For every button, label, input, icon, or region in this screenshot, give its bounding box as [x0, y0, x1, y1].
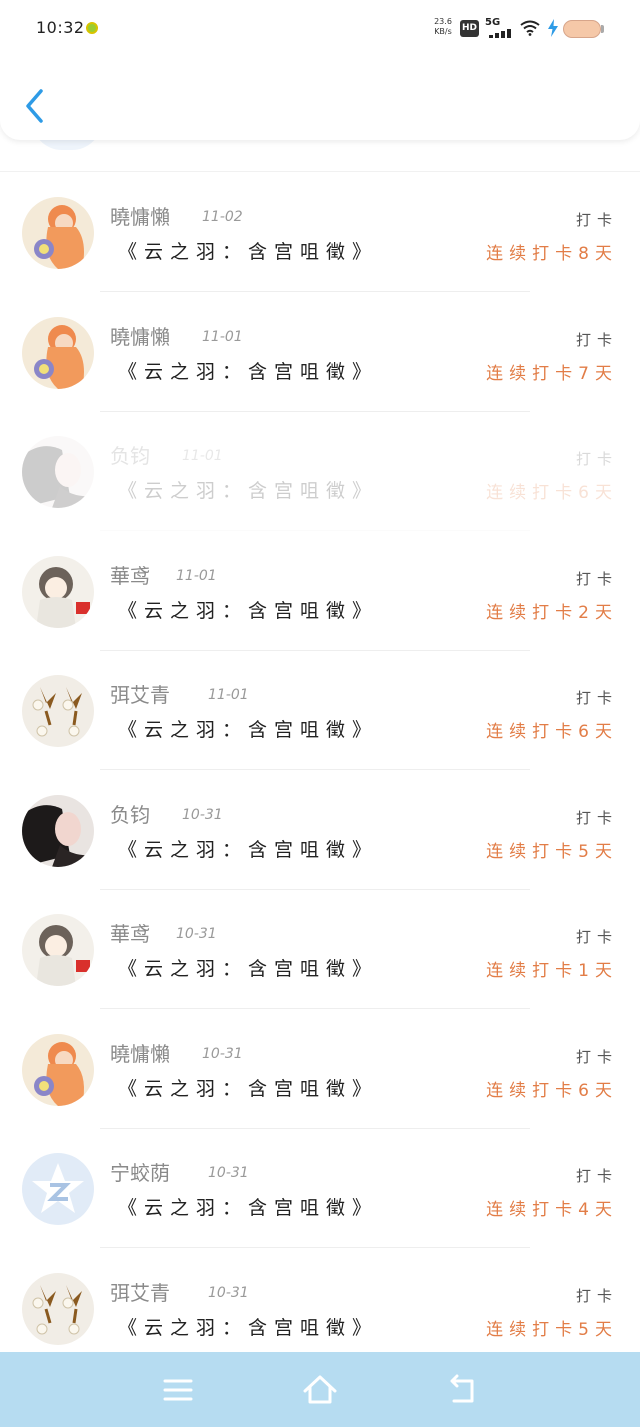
charging-icon [548, 19, 558, 37]
user-name: 曉慵懶 [110, 1041, 170, 1066]
checkin-label: 打卡 [575, 450, 618, 468]
checkin-list[interactable]: 曉慵懶 11-02 《云之羽：含宫咀徵》 打卡 连续打卡8天 曉慵懶 11-01 《云之羽：含… [0, 140, 640, 1352]
post-date: 11-01 [176, 567, 217, 584]
divider [0, 171, 640, 172]
user-name: 弭艾青 [110, 1280, 170, 1305]
user-name: 弭艾青 [110, 683, 170, 707]
list-item[interactable]: 華鸢 11-01 《云之羽：含宫咀徵》 打卡连续打卡2天 [0, 532, 640, 651]
post-date: 11-01 [208, 687, 249, 703]
avatar[interactable] [22, 794, 94, 867]
checkin-label: 打卡 [575, 330, 618, 349]
back-button[interactable] [20, 86, 50, 126]
user-name: 负钧 [110, 802, 150, 827]
menu-icon[interactable] [160, 1372, 196, 1408]
checkin-label: 打卡 [575, 1167, 618, 1185]
avatar[interactable] [22, 914, 94, 986]
user-name: 宁蛟荫 [110, 1161, 170, 1185]
streak-badge: 连续打卡6天 [486, 483, 618, 503]
post-date: 10-31 [202, 1045, 243, 1062]
signal-icon [489, 28, 513, 38]
wifi-icon [520, 20, 540, 36]
checkin-book-title: 《云之羽：含宫咀徵》 [118, 1197, 379, 1219]
streak-badge: 连续打卡5天 [486, 1319, 618, 1340]
list-item[interactable]: 曉慵懶 10-31 《云之羽：含宫咀徵》 打卡连续打卡6天 [0, 1010, 640, 1129]
checkin-book-title: 《云之羽：含宫咀徵》 [118, 241, 379, 263]
streak-badge: 连续打卡8天 [486, 244, 618, 264]
avatar[interactable] [22, 1033, 94, 1106]
avatar [32, 140, 102, 150]
hd-badge: HD [460, 20, 479, 37]
post-date: 11-02 [202, 209, 243, 225]
streak-badge: 连续打卡4天 [486, 1200, 618, 1220]
list-item[interactable]: 负钧 10-31 《云之羽：含宫咀徵》 打卡连续打卡5天 [0, 771, 640, 890]
checkin-label: 打卡 [575, 689, 618, 707]
battery-icon [563, 20, 601, 38]
avatar[interactable] [22, 675, 94, 747]
list-item[interactable]: 曉慵懶 11-02 《云之羽：含宫咀徵》 打卡连续打卡8天 [0, 173, 640, 292]
list-item[interactable]: 曉慵懶 11-01 《云之羽：含宫咀徵》 打卡连续打卡7天 [0, 293, 640, 412]
home-icon[interactable] [302, 1372, 338, 1408]
streak-badge: 连续打卡7天 [486, 363, 618, 384]
list-item[interactable]: 宁蛟荫 10-31 《云之羽：含宫咀徵》 打卡连续打卡4天 [0, 1129, 640, 1248]
checkin-book-title: 《云之羽：含宫咀徵》 [118, 1316, 379, 1339]
network-type: 5G [485, 17, 501, 28]
post-date: 11-01 [182, 448, 223, 464]
header-card: 10:32 23.6 KB/s HD 5G [0, 0, 640, 140]
network-speed: 23.6 KB/s [434, 17, 452, 36]
streak-badge: 连续打卡6天 [486, 1080, 618, 1101]
list-item[interactable]: 负钧 11-01 《云之羽：含宫咀徵》 打卡连续打卡6天 [0, 412, 640, 531]
avatar[interactable] [22, 1153, 94, 1225]
user-name: 華鸢 [110, 563, 150, 588]
post-date: 10-31 [208, 1165, 249, 1181]
battery-tip [601, 25, 604, 33]
user-name: 華鸢 [110, 922, 150, 946]
checkin-book-title: 《云之羽：含宫咀徵》 [118, 480, 379, 502]
streak-badge: 连续打卡6天 [486, 722, 618, 742]
post-date: 11-01 [202, 328, 243, 345]
checkin-book-title: 《云之羽：含宫咀徵》 [118, 719, 379, 741]
user-name: 曉慵懶 [110, 205, 170, 229]
checkin-label: 打卡 [575, 211, 618, 229]
checkin-book-title: 《云之羽：含宫咀徵》 [118, 1077, 379, 1100]
streak-badge: 连续打卡1天 [486, 961, 618, 981]
checkin-label: 打卡 [575, 569, 618, 588]
post-date: 10-31 [176, 926, 217, 942]
checkin-book-title: 《云之羽：含宫咀徵》 [118, 599, 379, 622]
checkin-book-title: 《云之羽：含宫咀徵》 [118, 958, 379, 980]
avatar[interactable] [22, 1272, 94, 1345]
status-bar: 10:32 23.6 KB/s HD 5G [0, 0, 640, 60]
status-time: 10:32 [36, 18, 85, 37]
checkin-label: 打卡 [575, 1047, 618, 1066]
avatar[interactable] [22, 555, 94, 628]
checkin-book-title: 《云之羽：含宫咀徵》 [118, 838, 379, 861]
avatar[interactable] [22, 197, 94, 269]
list-item[interactable]: 弭艾青 10-31 《云之羽：含宫咀徵》 打卡连续打卡5天 [0, 1249, 640, 1353]
list-item[interactable]: 華鸢 10-31 《云之羽：含宫咀徵》 打卡连续打卡1天 [0, 890, 640, 1009]
system-nav-bar [0, 1352, 640, 1427]
user-name: 负钧 [110, 444, 150, 468]
avatar[interactable] [22, 316, 94, 389]
user-name: 曉慵懶 [110, 324, 170, 349]
post-date: 10-31 [208, 1284, 249, 1301]
back-return-icon[interactable] [444, 1372, 480, 1408]
notification-app-icon [86, 22, 98, 34]
list-item[interactable]: 弭艾青 11-01 《云之羽：含宫咀徵》 打卡连续打卡6天 [0, 651, 640, 770]
checkin-label: 打卡 [575, 928, 618, 946]
checkin-label: 打卡 [575, 1286, 618, 1305]
streak-badge: 连续打卡2天 [486, 602, 618, 623]
checkin-book-title: 《云之羽：含宫咀徵》 [118, 360, 379, 383]
avatar[interactable] [22, 436, 94, 508]
post-date: 10-31 [182, 806, 223, 823]
checkin-label: 打卡 [575, 808, 618, 827]
streak-badge: 连续打卡5天 [486, 841, 618, 862]
